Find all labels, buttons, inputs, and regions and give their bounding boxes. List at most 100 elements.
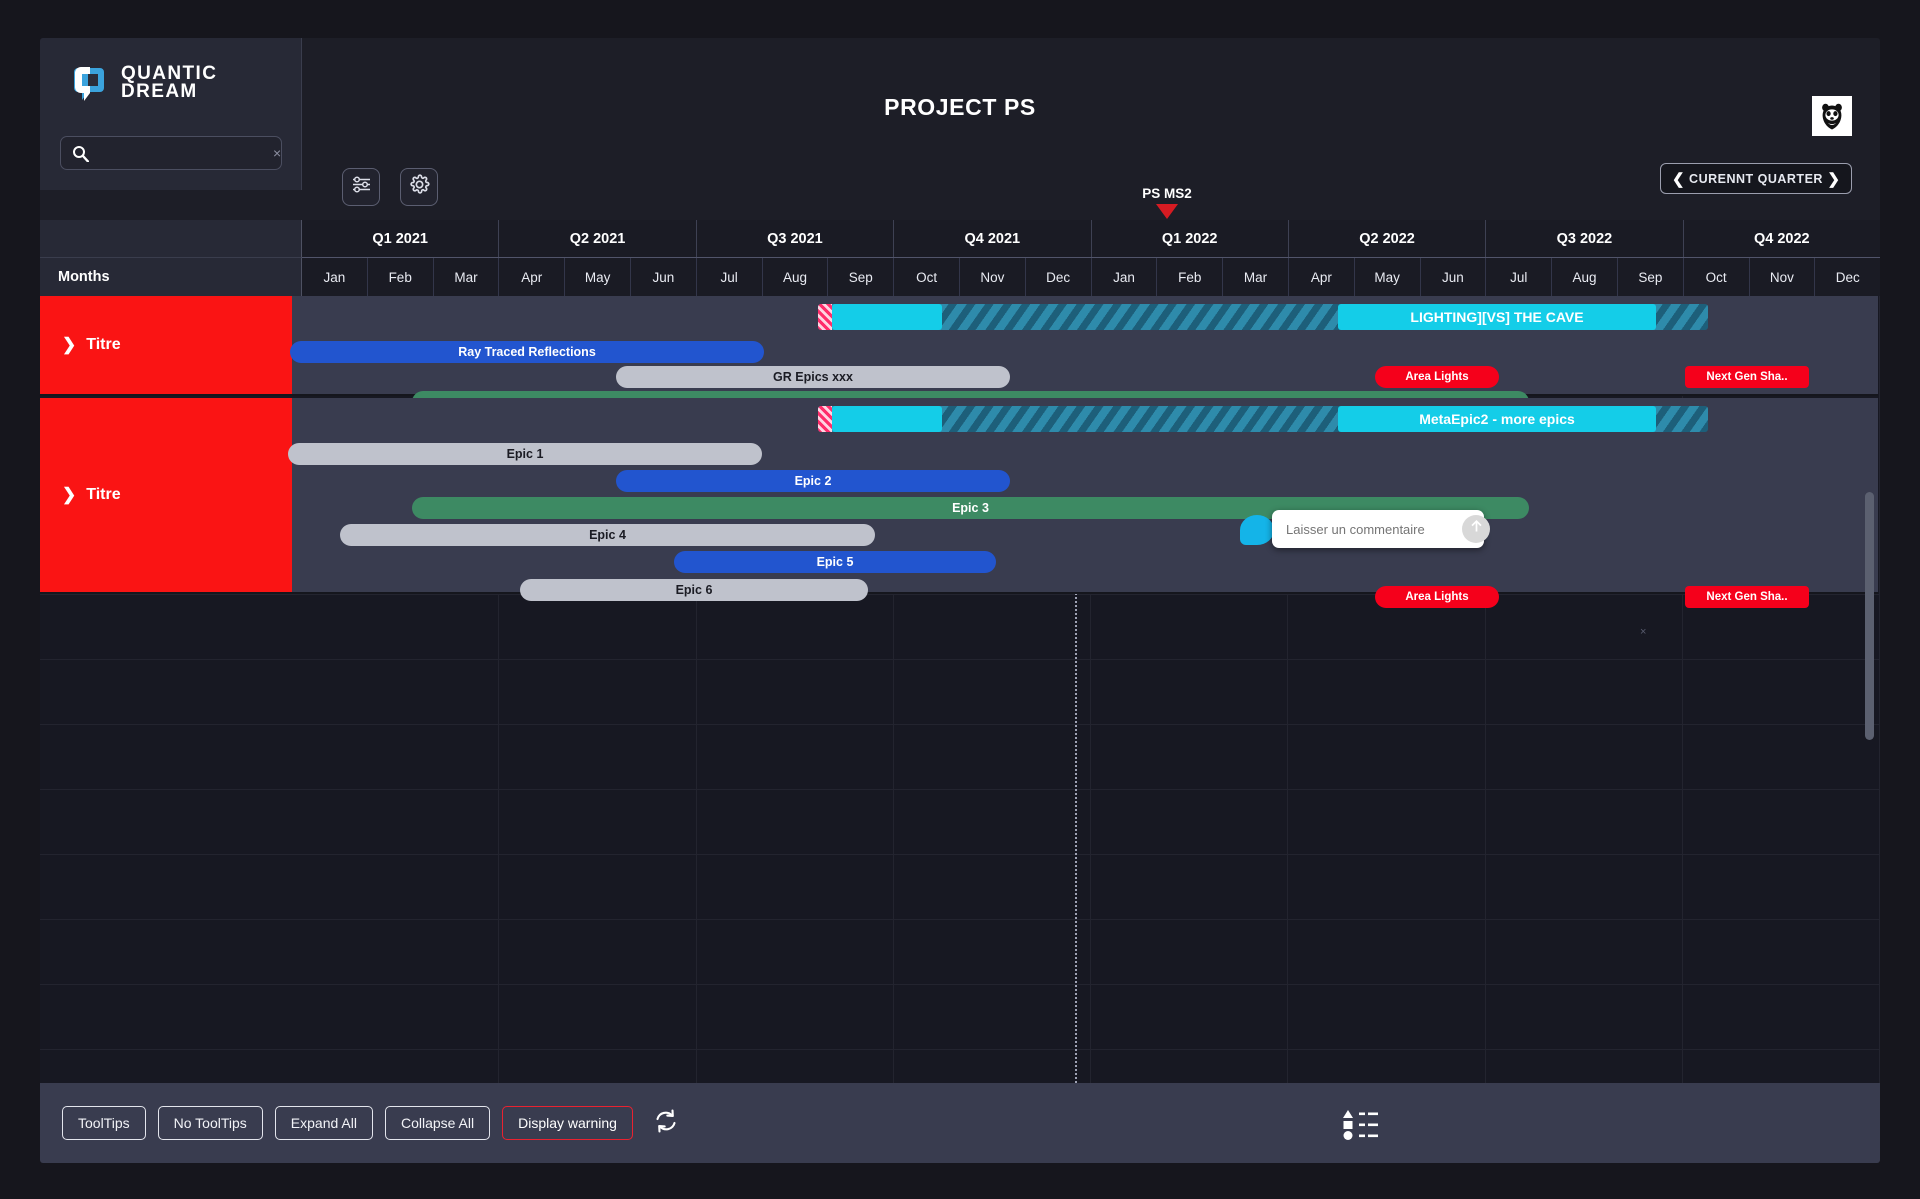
timeline-corner-months: Months [40,258,302,296]
group-header-toggle[interactable]: ❯ Titre [40,398,292,592]
month-header-cell: Sep [828,258,895,296]
legend-button[interactable] [1340,1107,1380,1141]
collapse-all-button[interactable]: Collapse All [384,1106,491,1140]
chevron-right-icon[interactable]: ❯ [62,335,76,355]
quarter-header-cell: Q1 2022 [1092,220,1289,257]
task-bar[interactable]: GR Epics xxx [616,366,1010,388]
comment-bubble-icon[interactable] [1240,515,1274,545]
task-bar[interactable]: Epic 5 [674,551,996,573]
quarter-header-cell: Q4 2022 [1753,230,1810,247]
status-badge-label: Area Lights [1405,591,1469,603]
search-input[interactable] [97,145,273,161]
no-tooltips-button[interactable]: No ToolTips [157,1106,263,1140]
send-comment-button[interactable] [1462,515,1490,543]
bottom-toolbar: ToolTips No ToolTips Expand All Collapse… [40,1083,1880,1163]
grid-line [40,594,1880,595]
milestone-marker[interactable]: PS MS2 [1102,186,1232,219]
page-title: PROJECT PS [884,94,1036,120]
task-group: ❯ Titre MetaEpic2 - more epics Epic 1 Ep… [40,398,1878,608]
task-bar[interactable]: Epic 2 [616,470,1010,492]
settings-button[interactable] [400,168,438,206]
group-bars-area: MetaEpic2 - more epics Epic 1 Epic 2 Epi… [288,398,1878,608]
status-badge[interactable]: Next Gen Sha.. [1685,366,1809,388]
month-header-cell: Feb [368,258,434,296]
month-header-cell: Aug [1552,258,1618,296]
task-bar[interactable]: Epic 1 [288,443,762,465]
task-bar-label: Ray Traced Reflections [458,345,596,359]
task-bar-label: Epic 6 [675,583,713,597]
refresh-button[interactable] [651,1108,681,1138]
wwf-panda-logo-icon [1812,96,1852,136]
task-bar-label: Epic 5 [816,555,854,569]
chevron-left-icon[interactable]: ❮ [1672,170,1685,188]
grid-line [40,1049,1880,1050]
quarter-navigation[interactable]: ❮ CURENNT QUARTER ❯ [1660,163,1852,194]
display-warning-button[interactable]: Display warning [502,1106,633,1140]
chevron-right-icon[interactable]: ❯ [62,485,76,505]
month-header-cell: May [565,258,631,296]
gantt-application: QUANTIC DREAM × PROJECT PS ❮ CURENNT QUA… [40,38,1880,1163]
month-header-cell: Jan [302,258,368,296]
comment-input[interactable] [1286,521,1462,537]
comment-popup[interactable] [1272,510,1490,548]
meta-bar[interactable]: LIGHTING][VS] THE CAVE [818,304,1708,330]
meta-bar-start-marker [818,304,832,330]
month-header-cell: Oct [894,258,960,296]
search-box[interactable]: × [60,136,282,170]
task-bar-label: Epic 4 [589,528,626,542]
task-bar[interactable]: Epic 4 [340,524,875,546]
month-header-cell: May [1355,258,1421,296]
month-header-cell: Sep [1618,258,1684,296]
month-header-cell: Jun [1421,258,1487,296]
gear-icon [409,174,430,200]
status-badge[interactable]: Area Lights [1375,366,1499,388]
group-title: Titre [86,486,121,503]
chevron-right-icon[interactable]: ❯ [1827,170,1840,188]
quarter-header-row: Q1 2021 Q2 2021 Q3 2021 Q4 2021 Q1 2022 Q2 20… [302,220,1880,258]
top-bar: QUANTIC DREAM × PROJECT PS ❮ CURENNT QUA… [40,38,1880,219]
grid-line [40,789,1880,790]
grid-line [40,854,1880,855]
status-badge-label: Next Gen Sha.. [1706,371,1788,383]
meta-bar-segment-2: LIGHTING][VS] THE CAVE [1338,304,1656,330]
month-header-cell: Jan [1092,258,1158,296]
tooltips-button[interactable]: ToolTips [62,1106,146,1140]
months-label: Months [58,269,110,285]
task-bar-label: Epic 3 [952,501,989,515]
task-bar[interactable]: Epic 6 [520,579,868,601]
milestone-label: PS MS2 [1142,186,1192,201]
meta-bar[interactable]: MetaEpic2 - more epics [818,406,1708,432]
expand-all-button[interactable]: Expand All [274,1106,373,1140]
month-header-cell: Nov [960,258,1026,296]
task-bar-label: GR Epics xxx [773,370,853,384]
status-badge[interactable]: Next Gen Sha.. [1685,586,1809,608]
group-header-toggle[interactable]: ❯ Titre [40,296,292,394]
meta-bar-segment-1 [832,406,942,432]
month-header-cell: Mar [1223,258,1289,296]
group-title: Titre [86,336,121,353]
grid-marker: × [1640,626,1647,638]
task-bar-label: Epic 2 [794,474,832,488]
month-header-cell: Mar [434,258,500,296]
month-header-cell: Nov [1750,258,1816,296]
quarter-header-cell: Q3 2022 [1486,220,1684,257]
refresh-icon [653,1108,679,1139]
month-header-cell: Jul [697,258,763,296]
month-header-cell: Jul [1486,258,1553,296]
sliders-icon [351,174,372,200]
status-badge[interactable]: Area Lights [1375,586,1499,608]
timeline-corner-quarter [40,220,302,258]
group-bars-area: LIGHTING][VS] THE CAVE Ray Traced Reflec… [290,296,1878,413]
clear-icon[interactable]: × [273,146,281,160]
meta-bar-start-marker [818,406,832,432]
month-header-cell: Dec [1835,269,1860,285]
month-header-cell: Oct [1684,258,1750,296]
task-bar-label: Epic 1 [506,447,544,461]
grid-line [40,984,1880,985]
gantt-body: ❯ Titre LIGHTING][VS] THE CAVE Ray Trace… [40,296,1880,1123]
filter-settings-button[interactable] [342,168,380,206]
task-bar[interactable]: Ray Traced Reflections [290,341,764,363]
vertical-scrollbar[interactable] [1865,492,1874,740]
month-header-row: Jan Feb Mar Apr May Jun Jul Aug Sep Oct Nov Dec Jan F… [302,258,1880,296]
status-badge-label: Next Gen Sha.. [1706,591,1788,603]
